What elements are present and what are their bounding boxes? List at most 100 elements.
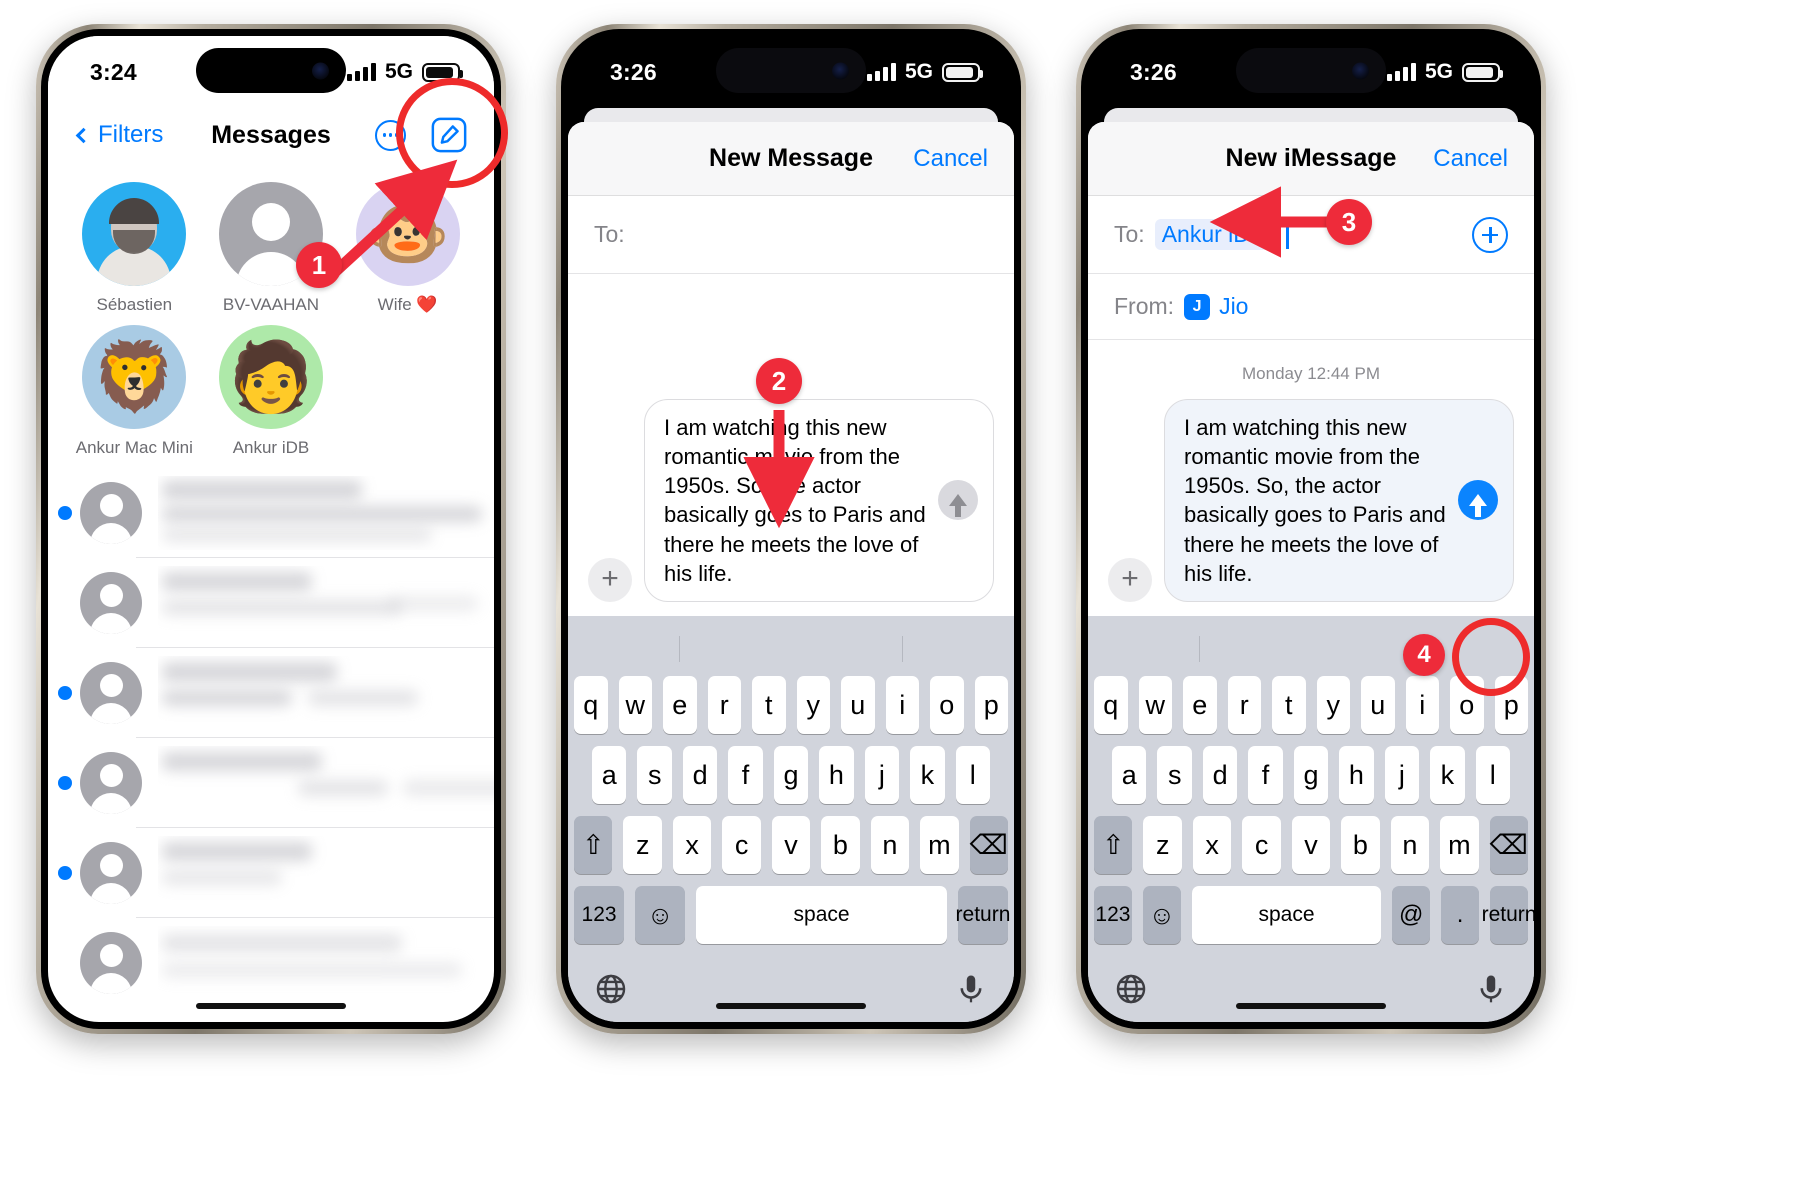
to-field[interactable]: To: bbox=[568, 196, 1014, 274]
table-row[interactable] bbox=[48, 468, 494, 558]
key-u[interactable]: u bbox=[1361, 676, 1395, 734]
key-c[interactable]: c bbox=[1242, 816, 1281, 874]
at-key[interactable]: @ bbox=[1392, 886, 1431, 944]
pinned-contact-ankur-idb[interactable]: 🧑 Ankur iDB bbox=[203, 315, 340, 458]
space-key[interactable]: space bbox=[696, 886, 947, 944]
key-q[interactable]: q bbox=[574, 676, 608, 734]
key-x[interactable]: x bbox=[672, 816, 712, 874]
pinned-contacts: Sébastien BV-VAAHAN 🐵 Wife ❤️ 🦁 Ankur Ma… bbox=[48, 168, 494, 464]
key-r[interactable]: r bbox=[1227, 676, 1261, 734]
phone-3-bezel: 3:26 5G New iMessage Cancel To: Ankur iD… bbox=[1081, 29, 1541, 1029]
plus-icon[interactable]: + bbox=[1108, 558, 1152, 602]
table-row[interactable] bbox=[48, 738, 494, 828]
microphone-icon[interactable] bbox=[954, 972, 988, 1006]
key-e[interactable]: e bbox=[663, 676, 697, 734]
key-h[interactable]: h bbox=[819, 746, 854, 804]
key-i[interactable]: i bbox=[885, 676, 919, 734]
key-j[interactable]: j bbox=[1384, 746, 1420, 804]
key-r[interactable]: r bbox=[707, 676, 741, 734]
pinned-contact-wife[interactable]: 🐵 Wife ❤️ bbox=[339, 172, 476, 315]
key-n[interactable]: n bbox=[870, 816, 910, 874]
key-t[interactable]: t bbox=[752, 676, 786, 734]
key-k[interactable]: k bbox=[1430, 746, 1465, 804]
key-a[interactable]: a bbox=[592, 746, 627, 804]
return-key[interactable]: return bbox=[956, 886, 1010, 944]
add-contact-icon[interactable] bbox=[1472, 216, 1508, 253]
key-w[interactable]: w bbox=[618, 676, 652, 734]
period-key[interactable]: . bbox=[1441, 886, 1479, 944]
key-f[interactable]: f bbox=[728, 746, 763, 804]
key-s[interactable]: s bbox=[637, 746, 672, 804]
key-o[interactable]: o bbox=[930, 676, 964, 734]
network-label: 5G bbox=[1424, 60, 1453, 83]
shift-icon[interactable]: ⇧ bbox=[1094, 816, 1133, 874]
filters-back-button[interactable]: Filters bbox=[74, 121, 163, 149]
send-button[interactable] bbox=[938, 480, 978, 520]
key-g[interactable]: g bbox=[773, 746, 809, 804]
key-h[interactable]: h bbox=[1339, 746, 1374, 804]
table-row[interactable] bbox=[48, 558, 494, 648]
microphone-icon[interactable] bbox=[1474, 972, 1508, 1006]
phone-2-screen: 3:26 5G New Message Cancel To: + I am wa… bbox=[568, 36, 1014, 1022]
key-j[interactable]: j bbox=[864, 746, 900, 804]
key-d[interactable]: d bbox=[1202, 746, 1238, 804]
send-button[interactable] bbox=[1458, 480, 1498, 520]
key-x[interactable]: x bbox=[1192, 816, 1232, 874]
key-e[interactable]: e bbox=[1183, 676, 1217, 734]
message-thread: Monday 12:44 PM Hello Today 3:00 PM Hey!… bbox=[1088, 340, 1534, 387]
key-k[interactable]: k bbox=[910, 746, 945, 804]
key-l[interactable]: l bbox=[1475, 746, 1510, 804]
from-field[interactable]: From: J Jio bbox=[1088, 274, 1534, 340]
screenshot-stage: 3:24 5G Filters Messages Sébastien BV-VA… bbox=[0, 0, 1800, 1192]
key-s[interactable]: s bbox=[1157, 746, 1192, 804]
shift-icon[interactable]: ⇧ bbox=[574, 816, 613, 874]
plus-icon[interactable]: + bbox=[588, 558, 632, 602]
cancel-button[interactable]: Cancel bbox=[913, 145, 988, 173]
to-field-recipient[interactable]: Ankur iDB bbox=[1154, 219, 1273, 250]
key-u[interactable]: u bbox=[841, 676, 875, 734]
keyboard-row-2: a s d f g h j k l bbox=[1088, 746, 1534, 804]
key-q[interactable]: q bbox=[1094, 676, 1128, 734]
phone-2-new-message: 3:26 5G New Message Cancel To: + I am wa… bbox=[556, 24, 1026, 1034]
key-b[interactable]: b bbox=[821, 816, 860, 874]
backspace-icon[interactable]: ⌫ bbox=[969, 816, 1008, 874]
table-row[interactable] bbox=[48, 918, 494, 1008]
key-z[interactable]: z bbox=[1143, 816, 1182, 874]
cancel-button[interactable]: Cancel bbox=[1433, 145, 1508, 173]
key-b[interactable]: b bbox=[1341, 816, 1380, 874]
table-row[interactable] bbox=[48, 828, 494, 918]
key-l[interactable]: l bbox=[955, 746, 990, 804]
space-key[interactable]: space bbox=[1191, 886, 1382, 944]
pinned-contact-sebastien[interactable]: Sébastien bbox=[66, 172, 203, 315]
key-n[interactable]: n bbox=[1390, 816, 1430, 874]
key-v[interactable]: v bbox=[1291, 816, 1331, 874]
return-key[interactable]: return bbox=[1482, 886, 1534, 944]
key-p[interactable]: p bbox=[974, 676, 1008, 734]
key-g[interactable]: g bbox=[1293, 746, 1329, 804]
emoji-icon[interactable]: ☺ bbox=[1142, 886, 1181, 944]
numbers-key[interactable]: 123 bbox=[1094, 886, 1132, 944]
key-a[interactable]: a bbox=[1112, 746, 1147, 804]
status-time: 3:26 bbox=[1130, 58, 1177, 85]
key-m[interactable]: m bbox=[1440, 816, 1479, 874]
key-t[interactable]: t bbox=[1272, 676, 1306, 734]
key-v[interactable]: v bbox=[771, 816, 811, 874]
key-z[interactable]: z bbox=[623, 816, 662, 874]
key-f[interactable]: f bbox=[1248, 746, 1283, 804]
key-c[interactable]: c bbox=[722, 816, 761, 874]
to-field-label: To: bbox=[1114, 221, 1145, 247]
key-m[interactable]: m bbox=[920, 816, 959, 874]
key-i[interactable]: i bbox=[1405, 676, 1439, 734]
key-w[interactable]: w bbox=[1138, 676, 1172, 734]
key-y[interactable]: y bbox=[1316, 676, 1350, 734]
backspace-icon[interactable]: ⌫ bbox=[1489, 816, 1528, 874]
key-d[interactable]: d bbox=[682, 746, 718, 804]
globe-icon[interactable] bbox=[1114, 972, 1148, 1006]
emoji-icon[interactable]: ☺ bbox=[635, 886, 686, 944]
globe-icon[interactable] bbox=[594, 972, 628, 1006]
table-row[interactable] bbox=[48, 648, 494, 738]
numbers-key[interactable]: 123 bbox=[574, 886, 625, 944]
to-field[interactable]: To: Ankur iDB bbox=[1088, 196, 1534, 274]
pinned-contact-ankur-mac-mini[interactable]: 🦁 Ankur Mac Mini bbox=[66, 315, 203, 458]
key-y[interactable]: y bbox=[796, 676, 830, 734]
